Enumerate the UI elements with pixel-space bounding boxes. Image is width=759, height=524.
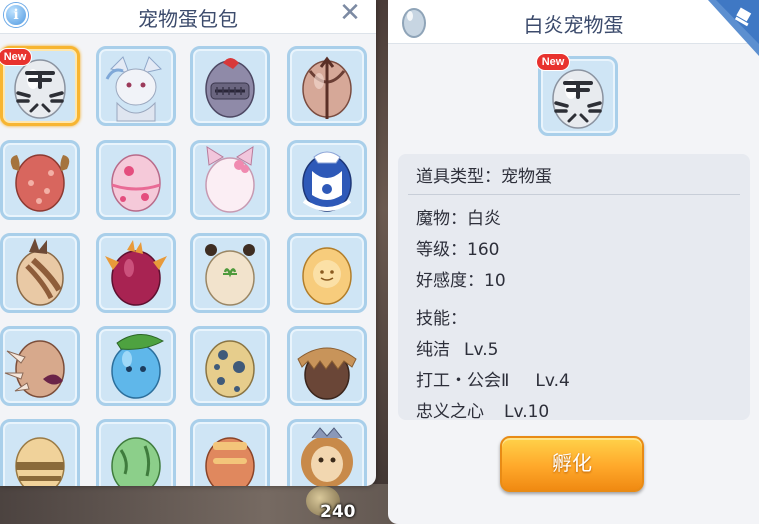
- egg-slot-red-dragon-egg[interactable]: [96, 233, 176, 313]
- striped-egg-icon: [15, 437, 65, 486]
- skill-name: 忠义之心: [416, 402, 484, 422]
- detail-header: 白炎宠物蛋: [388, 0, 759, 56]
- close-icon[interactable]: ✕: [336, 0, 364, 28]
- egg-slot-red-pattern-egg[interactable]: [190, 419, 270, 486]
- skills-label: 技能：: [416, 309, 467, 329]
- skill-name: 打工・公会Ⅱ: [416, 371, 510, 391]
- blue-maid-egg-icon: [302, 151, 352, 212]
- hair-egg-icon: [297, 347, 357, 400]
- skill-name: 纯洁: [416, 340, 450, 360]
- red-pattern-egg-icon: [205, 437, 255, 486]
- bag-title: 宠物蛋包包: [138, 7, 238, 31]
- sakura-egg-icon: [111, 154, 161, 212]
- bag-header: i 宠物蛋包包 ✕: [0, 0, 376, 34]
- horned-egg-icon: [4, 340, 65, 398]
- egg-slot-spotted-egg[interactable]: [190, 326, 270, 406]
- egg-slot-arrow-egg[interactable]: [287, 46, 367, 126]
- skill-item: 纯洁 Lv.5: [416, 335, 498, 360]
- bookmark-icon[interactable]: [708, 0, 759, 56]
- skill-level: Lv.5: [464, 340, 499, 360]
- divider: [408, 194, 740, 195]
- blue-leaf-egg-icon: [111, 334, 165, 399]
- egg-slot-lion-creature[interactable]: [287, 419, 367, 486]
- skill-item: 打工・公会Ⅱ Lv.4: [416, 366, 570, 391]
- skill-level: Lv.10: [504, 402, 550, 422]
- egg-slot-blue-leaf-egg[interactable]: [96, 326, 176, 406]
- egg-slot-smiley-egg[interactable]: [287, 233, 367, 313]
- skill-level: Lv.4: [535, 371, 570, 391]
- new-badge: New: [0, 48, 32, 66]
- egg-slot-green-egg[interactable]: [96, 419, 176, 486]
- brown-spike-egg-icon: [16, 238, 64, 306]
- background-counter: 240: [320, 502, 356, 522]
- skill-item: 忠义之心 Lv.10: [416, 397, 549, 422]
- knight-helmet-egg-icon: [205, 58, 255, 118]
- arrow-egg-icon: [302, 56, 352, 119]
- egg-slot-blue-maid-egg[interactable]: [287, 140, 367, 220]
- egg-slot-striped-egg[interactable]: [0, 419, 80, 486]
- egg-slot-sakura-egg[interactable]: [96, 140, 176, 220]
- green-egg-icon: [111, 437, 161, 486]
- egg-slot-horned-egg[interactable]: [0, 326, 80, 406]
- egg-slot-brown-spike-egg[interactable]: [0, 233, 80, 313]
- pet-egg-bag-panel: i 宠物蛋包包 ✕ New: [0, 0, 376, 486]
- spotted-egg-icon: [205, 340, 255, 398]
- egg-slot-pink-flower-egg[interactable]: [0, 140, 80, 220]
- egg-slot-fox-creature[interactable]: [96, 46, 176, 126]
- item-type: 道具类型：宠物蛋: [416, 167, 552, 187]
- monster-name: 魔物：白炎: [416, 209, 501, 229]
- egg-slot-bear-sprout-egg[interactable]: [190, 233, 270, 313]
- new-badge: New: [536, 53, 570, 71]
- bear-sprout-egg-icon: [205, 244, 255, 306]
- egg-detail-panel: 白炎宠物蛋 New 道具类型：宠物蛋 魔物：白炎 等级：160 好感度：10 技…: [388, 0, 759, 524]
- egg-slot-cat-ear-egg[interactable]: [190, 140, 270, 220]
- cat-ear-egg-icon: [205, 146, 255, 213]
- egg-info-box: 道具类型：宠物蛋 魔物：白炎 等级：160 好感度：10 技能： 纯洁 Lv.5 …: [398, 154, 750, 422]
- pink-flower-egg-icon: [10, 154, 70, 212]
- red-dragon-egg-icon: [105, 240, 167, 306]
- level: 等级：160: [416, 240, 500, 260]
- smiley-egg-icon: [302, 247, 352, 305]
- detail-title: 白炎宠物蛋: [523, 13, 624, 37]
- egg-slot-hair-egg[interactable]: [287, 326, 367, 406]
- egg-slot-knight-helmet-egg[interactable]: [190, 46, 270, 126]
- egg-grid: New: [0, 36, 376, 486]
- affinity: 好感度：10: [416, 271, 506, 291]
- hatch-button[interactable]: 孵化: [500, 436, 644, 492]
- lion-creature-icon: [301, 427, 353, 486]
- fox-creature-icon: [105, 56, 162, 122]
